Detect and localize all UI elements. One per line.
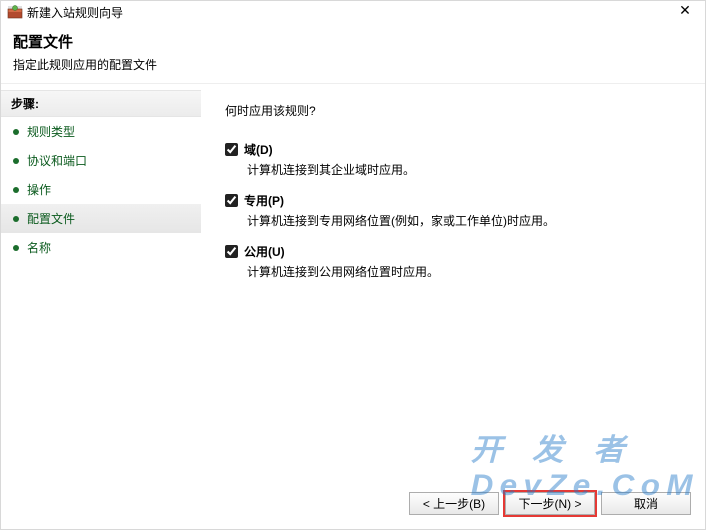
step-label: 协议和端口 [27, 152, 87, 169]
option-public: 公用(U) 计算机连接到公用网络位置时应用。 [225, 243, 681, 280]
bullet-icon [13, 158, 19, 164]
step-label: 配置文件 [27, 210, 75, 227]
bullet-icon [13, 129, 19, 135]
page-description: 指定此规则应用的配置文件 [13, 56, 693, 73]
wizard-header: 配置文件 指定此规则应用的配置文件 [1, 23, 705, 83]
close-icon[interactable]: ✕ [671, 3, 699, 21]
step-label: 操作 [27, 181, 51, 198]
next-button[interactable]: 下一步(N) > [505, 492, 595, 515]
step-label: 规则类型 [27, 123, 75, 140]
option-domain-desc: 计算机连接到其企业域时应用。 [247, 161, 681, 178]
firewall-icon [7, 4, 23, 20]
bullet-icon [13, 187, 19, 193]
option-public-row[interactable]: 公用(U) [225, 243, 681, 260]
option-private-row[interactable]: 专用(P) [225, 192, 681, 209]
option-private: 专用(P) 计算机连接到专用网络位置(例如，家或工作单位)时应用。 [225, 192, 681, 229]
page-title: 配置文件 [13, 31, 693, 52]
option-private-label: 专用(P) [244, 192, 284, 209]
wizard-main: 何时应用该规则? 域(D) 计算机连接到其企业域时应用。 专用(P) 计算机连接… [201, 84, 705, 497]
window-title: 新建入站规则向导 [27, 4, 123, 21]
step-protocol-ports[interactable]: 协议和端口 [1, 146, 201, 175]
profile-question: 何时应用该规则? [225, 102, 681, 119]
option-domain: 域(D) 计算机连接到其企业域时应用。 [225, 141, 681, 178]
bullet-icon [13, 216, 19, 222]
wizard-content: 步骤: 规则类型 协议和端口 操作 配置文件 名称 何时应用该规则? 域(D) [1, 83, 705, 497]
steps-sidebar: 步骤: 规则类型 协议和端口 操作 配置文件 名称 [1, 84, 201, 497]
step-profile[interactable]: 配置文件 [1, 204, 201, 233]
cancel-button[interactable]: 取消 [601, 492, 691, 515]
option-public-label: 公用(U) [244, 243, 285, 260]
step-name[interactable]: 名称 [1, 233, 201, 262]
step-label: 名称 [27, 239, 51, 256]
option-domain-label: 域(D) [244, 141, 273, 158]
option-public-desc: 计算机连接到公用网络位置时应用。 [247, 263, 681, 280]
option-private-desc: 计算机连接到专用网络位置(例如，家或工作单位)时应用。 [247, 212, 681, 229]
checkbox-private[interactable] [225, 194, 238, 207]
titlebar: 新建入站规则向导 ✕ [1, 1, 705, 23]
option-domain-row[interactable]: 域(D) [225, 141, 681, 158]
steps-heading: 步骤: [1, 90, 201, 117]
step-action[interactable]: 操作 [1, 175, 201, 204]
checkbox-public[interactable] [225, 245, 238, 258]
back-button[interactable]: < 上一步(B) [409, 492, 499, 515]
bullet-icon [13, 245, 19, 251]
checkbox-domain[interactable] [225, 143, 238, 156]
wizard-footer: < 上一步(B) 下一步(N) > 取消 [1, 487, 705, 529]
step-rule-type[interactable]: 规则类型 [1, 117, 201, 146]
